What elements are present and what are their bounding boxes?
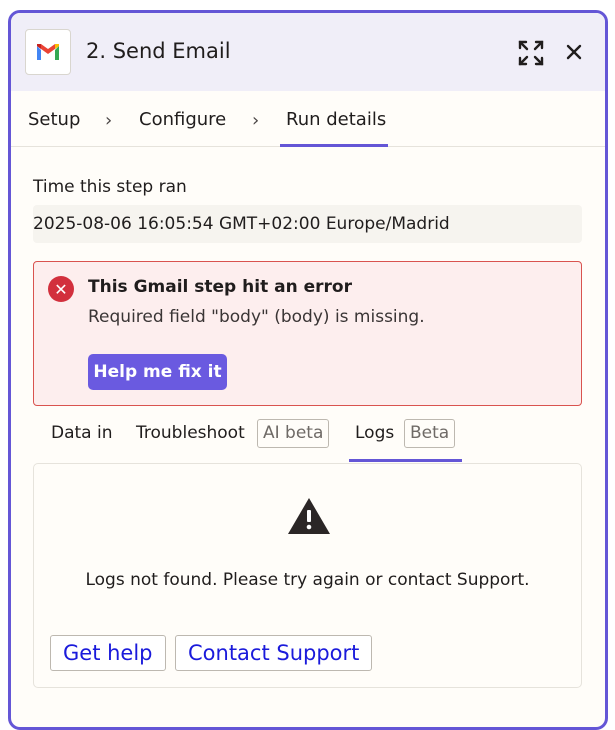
- active-tab-indicator: [349, 459, 462, 462]
- step-run-details[interactable]: Run details: [286, 109, 386, 130]
- beta-badge: Beta: [404, 419, 456, 448]
- run-time-label: Time this step ran: [33, 177, 187, 197]
- get-help-button[interactable]: Get help: [50, 635, 166, 671]
- step-setup[interactable]: Setup: [28, 109, 80, 130]
- step-configure[interactable]: Configure: [139, 109, 226, 130]
- warning-icon: [286, 496, 332, 536]
- logs-not-found-message: Logs not found. Please try again or cont…: [85, 570, 530, 590]
- tab-logs[interactable]: Logs: [355, 423, 394, 443]
- help-me-fix-button[interactable]: Help me fix it: [88, 354, 227, 390]
- gmail-icon: [25, 29, 71, 75]
- run-time-value: 2025-08-06 16:05:54 GMT+02:00 Europe/Mad…: [33, 205, 582, 243]
- ai-beta-badge: AI beta: [257, 419, 330, 448]
- tab-data-in[interactable]: Data in: [51, 423, 113, 443]
- active-step-indicator: [280, 144, 388, 147]
- panel-header: 2. Send Email: [11, 13, 605, 91]
- error-icon: ✕: [48, 276, 74, 302]
- error-alert: ✕ This Gmail step hit an error Required …: [33, 261, 582, 406]
- chevron-right-icon: ›: [252, 110, 260, 131]
- expand-icon[interactable]: [517, 39, 545, 67]
- tab-troubleshoot[interactable]: Troubleshoot: [136, 423, 245, 443]
- step-title: 2. Send Email: [86, 39, 231, 63]
- chevron-right-icon: ›: [105, 110, 113, 131]
- error-title: This Gmail step hit an error: [88, 277, 352, 297]
- close-icon[interactable]: [563, 41, 585, 63]
- contact-support-button[interactable]: Contact Support: [175, 635, 373, 671]
- step-panel: 2. Send Email Setup › Configure › Run de…: [8, 10, 608, 730]
- logs-panel: Logs not found. Please try again or cont…: [33, 463, 582, 688]
- error-message: Required field "body" (body) is missing.: [88, 307, 425, 327]
